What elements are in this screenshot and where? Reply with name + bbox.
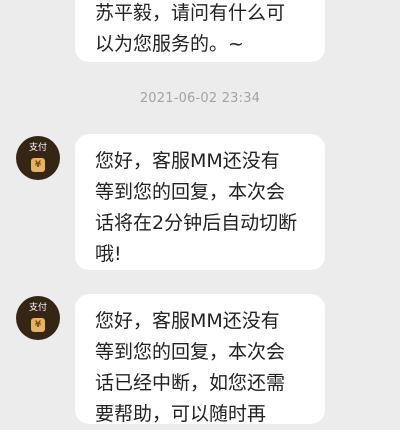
message-bubble: 苏平毅，请问有什么可 以为您服务的。~ [75,0,325,62]
message-line: 苏平毅，请问有什么可 [95,2,286,24]
coin-icon: ¥ [31,318,45,332]
chat-window: 苏平毅，请问有什么可 以为您服务的。~ 2021-06-02 23:34 支付 … [0,0,400,425]
message-line: 以为您服务的。~ [95,33,244,55]
message-bubble: 您好，客服MM还没有 等到您的回复，本次会 话将在2分钟后自动切断 哦! [75,134,325,270]
bot-avatar[interactable]: 支付 ¥ [16,136,60,180]
message-timestamp: 2021-06-02 23:34 [139,91,261,106]
message-line: 您好，客服MM还没有 [95,310,280,332]
coin-icon: ¥ [31,158,45,172]
message-line: 话将在2分钟后自动切断 [95,212,298,234]
message-line: 等到您的回复，本次会 [95,341,286,363]
message-line: 要帮助，可以随时再 [95,403,267,425]
bot-avatar[interactable]: 支付 ¥ [16,296,60,340]
message-line: 您好，客服MM还没有 [95,150,280,172]
message-line: 话已经中断，如您还需 [95,372,286,394]
message-bubble: 您好，客服MM还没有 等到您的回复，本次会 话已经中断，如您还需 要帮助，可以随… [75,294,325,425]
avatar-label: 支付 [28,143,47,153]
message-line: 等到您的回复，本次会 [95,181,286,203]
avatar-label: 支付 [28,303,47,313]
message-line: 哦! [95,243,122,265]
